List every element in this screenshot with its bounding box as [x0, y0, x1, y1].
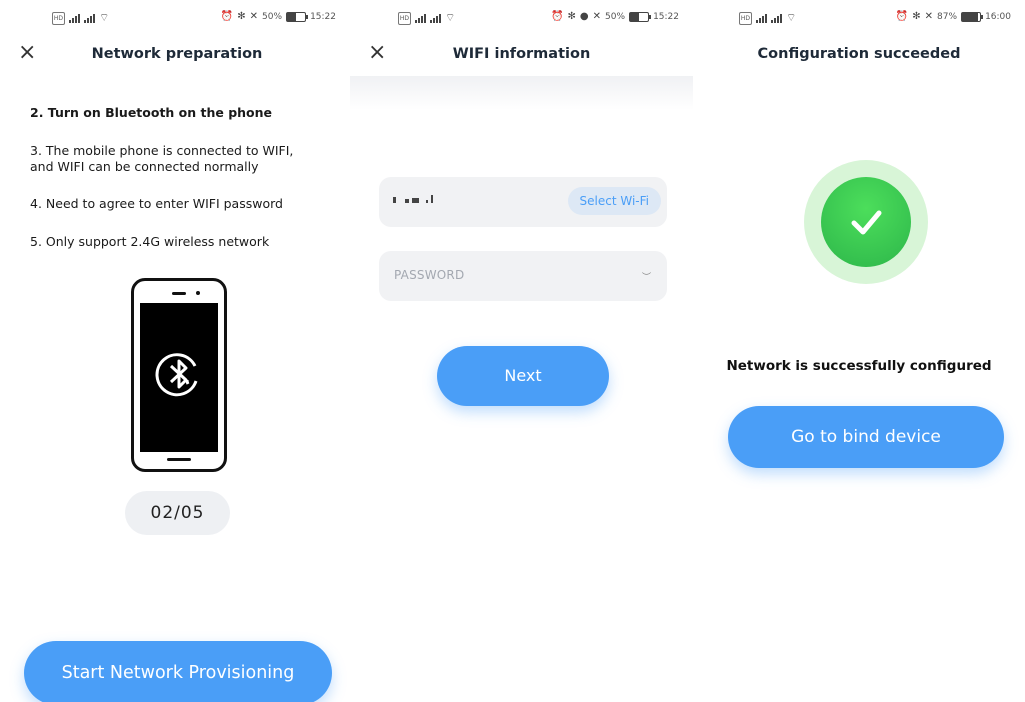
header-shadow	[350, 76, 693, 110]
signal-icon	[84, 13, 95, 23]
title-bar: Configuration succeeded	[693, 36, 1025, 76]
wifi-icon: ⌔	[445, 11, 456, 24]
status-time: 15:22	[310, 11, 336, 22]
success-badge	[804, 160, 928, 284]
phone-camera	[196, 291, 200, 295]
screen-wifi-information: HD ⌔ ⏰ ✻ ● ✕ 50% 15:22 × WIFI informatio…	[350, 0, 693, 702]
status-right: ⏰ ✻ ✕ 87% 16:00	[896, 11, 1011, 22]
battery-percent: 50%	[605, 11, 626, 22]
phone-illustration	[131, 278, 227, 472]
step-item: 3. The mobile phone is connected to WIFI…	[30, 143, 294, 174]
screen-configuration-succeeded: HD ⌔ ⏰ ✻ ✕ 87% 16:00 Configuration succe…	[693, 0, 1025, 702]
start-provisioning-button[interactable]: Start Network Provisioning	[24, 641, 332, 702]
select-wifi-button[interactable]: Select Wi-Fi	[567, 187, 661, 215]
signal-icon	[430, 13, 441, 23]
status-bar: HD ⌔ ⏰ ✻ ● ✕ 50% 15:22	[350, 0, 693, 34]
success-message: Network is successfully configured	[726, 358, 992, 374]
status-bar: HD ⌔ ⏰ ✻ ✕ 87% 16:00	[693, 0, 1025, 34]
signal-icon	[415, 13, 426, 23]
signal-icon	[69, 13, 80, 23]
wifi-name-field[interactable]: Select Wi-Fi	[379, 177, 667, 227]
status-left: HD ⌔	[739, 11, 796, 25]
signal-icon	[771, 13, 782, 23]
signal-icon	[756, 13, 767, 23]
mute-icon: ✕	[592, 11, 602, 22]
screen-network-preparation: HD ⌔ ⏰ ✻ ✕ 50% 15:22 × Network preparati…	[0, 0, 350, 702]
title-bar: × WIFI information	[350, 36, 693, 76]
alarm-icon: ⏰	[895, 11, 909, 22]
page-title: Configuration succeeded	[757, 46, 961, 62]
mute-icon: ✕	[249, 11, 259, 22]
step-item: 4. Need to agree to enter WIFI password	[30, 196, 283, 211]
wifi-icon: ⌔	[99, 11, 110, 24]
password-field[interactable]: PASSWORD ︶	[379, 251, 667, 301]
battery-icon	[961, 11, 984, 22]
title-bar: × Network preparation	[0, 36, 350, 76]
password-placeholder: PASSWORD	[394, 268, 465, 282]
ssid-value	[393, 195, 433, 203]
status-left: HD ⌔	[52, 11, 109, 25]
page-title: Network preparation	[91, 46, 263, 62]
bluetooth-status-icon: ✻	[567, 11, 576, 22]
status-right: ⏰ ✻ ● ✕ 50% 15:22	[551, 11, 679, 22]
phone-screen	[140, 303, 218, 452]
sim-icon: HD	[52, 11, 65, 25]
status-left: HD ⌔	[398, 11, 455, 25]
status-time: 16:00	[985, 11, 1011, 22]
bluetooth-status-icon: ✻	[237, 11, 246, 22]
step-pager: 02/05	[125, 491, 230, 535]
location-icon: ●	[579, 11, 589, 22]
mute-icon: ✕	[924, 11, 934, 22]
status-time: 15:22	[653, 11, 679, 22]
battery-icon	[629, 11, 652, 22]
step-item: 5. Only support 2.4G wireless network	[30, 234, 270, 249]
wifi-icon: ⌔	[786, 11, 797, 24]
phone-home-bar	[167, 458, 191, 461]
battery-percent: 50%	[262, 11, 283, 22]
bluetooth-status-icon: ✻	[912, 11, 921, 22]
success-circle	[821, 177, 911, 267]
sim-icon: HD	[398, 11, 411, 25]
eye-closed-icon[interactable]: ︶	[642, 270, 651, 283]
sim-icon: HD	[739, 11, 752, 25]
alarm-icon: ⏰	[220, 11, 234, 22]
bluetooth-icon	[155, 353, 198, 397]
phone-speaker	[172, 292, 186, 295]
step-item: 2. Turn on Bluetooth on the phone	[30, 105, 273, 120]
checkmark-icon	[851, 210, 882, 235]
next-button[interactable]: Next	[437, 346, 609, 406]
bind-device-button[interactable]: Go to bind device	[728, 406, 1004, 468]
battery-icon	[286, 11, 309, 22]
status-right: ⏰ ✻ ✕ 50% 15:22	[221, 11, 336, 22]
battery-percent: 87%	[937, 11, 958, 22]
alarm-icon: ⏰	[551, 11, 564, 22]
page-title: WIFI information	[452, 46, 591, 62]
status-bar: HD ⌔ ⏰ ✻ ✕ 50% 15:22	[0, 0, 350, 34]
